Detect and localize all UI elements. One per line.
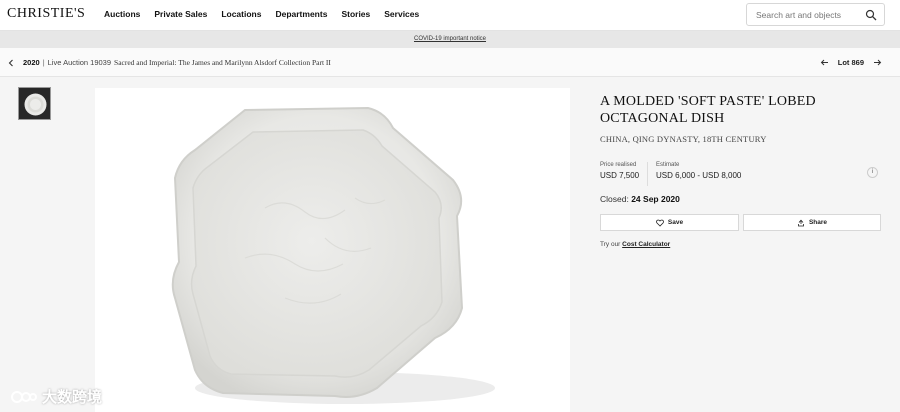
notice-banner: COVID-19 important notice [0,31,900,48]
watermark: 大数跨境 [10,386,102,407]
breadcrumb-separator: | [42,58,45,67]
breadcrumb-year[interactable]: 2020 [23,58,40,67]
closed-label: Closed: [600,194,629,204]
thumbnail-dish-icon [24,93,47,116]
cost-calculator-link[interactable]: Cost Calculator [622,241,670,248]
cost-calculator: Try our Cost Calculator [600,241,670,248]
nav-departments[interactable]: Departments [275,9,327,19]
price-row: Price realised USD 7,500 Estimate USD 6,… [600,162,882,186]
dish-image [171,106,495,404]
lot-main-image[interactable] [95,88,570,412]
price-realised-label: Price realised [600,162,637,168]
thumbnail-image[interactable] [18,87,51,120]
covid-notice-link[interactable]: COVID-19 important notice [414,36,486,42]
save-button[interactable]: Save [600,214,739,231]
lot-details: A MOLDED 'SOFT PASTE' LOBED OCTAGONAL DI… [600,93,882,248]
share-icon [798,219,804,226]
price-divider [647,162,648,186]
search-icon[interactable] [865,9,877,21]
search-input[interactable]: Search art and objects [756,10,841,20]
next-lot-arrow-icon[interactable] [873,58,882,67]
estimate-value: USD 6,000 - USD 8,000 [656,171,742,180]
nav-locations[interactable]: Locations [221,9,261,19]
calc-prefix: Try our [600,241,621,248]
estimate: Estimate USD 6,000 - USD 8,000 [656,162,741,180]
share-label: Share [808,219,828,226]
closed-status: Closed: 24 Sep 2020 [600,194,680,204]
estimate-label: Estimate [656,162,680,168]
breadcrumb-left: 2020 | Live Auction 19039 Sacred and Imp… [7,58,331,67]
lot-title: A MOLDED 'SOFT PASTE' LOBED OCTAGONAL DI… [600,94,816,126]
lot-number: Lot 869 [837,58,864,67]
chevron-left-icon[interactable] [7,59,15,67]
nav-services[interactable]: Services [384,9,419,19]
watermark-logo-icon [11,390,37,403]
breadcrumb-sale[interactable]: Live Auction 19039 [48,58,111,67]
lot-navigation: Lot 869 [820,58,882,67]
nav-stories[interactable]: Stories [341,9,370,19]
search-box[interactable]: Search art and objects [746,3,885,26]
save-label: Save [667,219,684,226]
nav-auctions[interactable]: Auctions [104,9,140,19]
price-realised-value: USD 7,500 [600,171,640,180]
price-realised: Price realised USD 7,500 [600,162,639,180]
heart-icon [656,219,664,227]
watermark-text: 大数跨境 [42,389,103,406]
logo[interactable]: CHRISTIE'S [7,6,85,22]
breadcrumb: 2020 | Live Auction 19039 Sacred and Imp… [0,48,900,77]
share-button[interactable]: Share [743,214,881,231]
nav-private-sales[interactable]: Private Sales [154,9,207,19]
info-icon[interactable]: i [867,167,878,178]
lot-subtitle: CHINA, QING DYNASTY, 18TH CENTURY [600,134,767,144]
previous-lot-arrow-icon[interactable] [820,58,829,67]
closed-date: 24 Sep 2020 [631,194,680,204]
top-navigation: CHRISTIE'S Auctions Private Sales Locati… [0,0,900,31]
main-menu: Auctions Private Sales Locations Departm… [104,9,433,19]
breadcrumb-sale-title[interactable]: Sacred and Imperial: The James and Maril… [114,58,331,67]
